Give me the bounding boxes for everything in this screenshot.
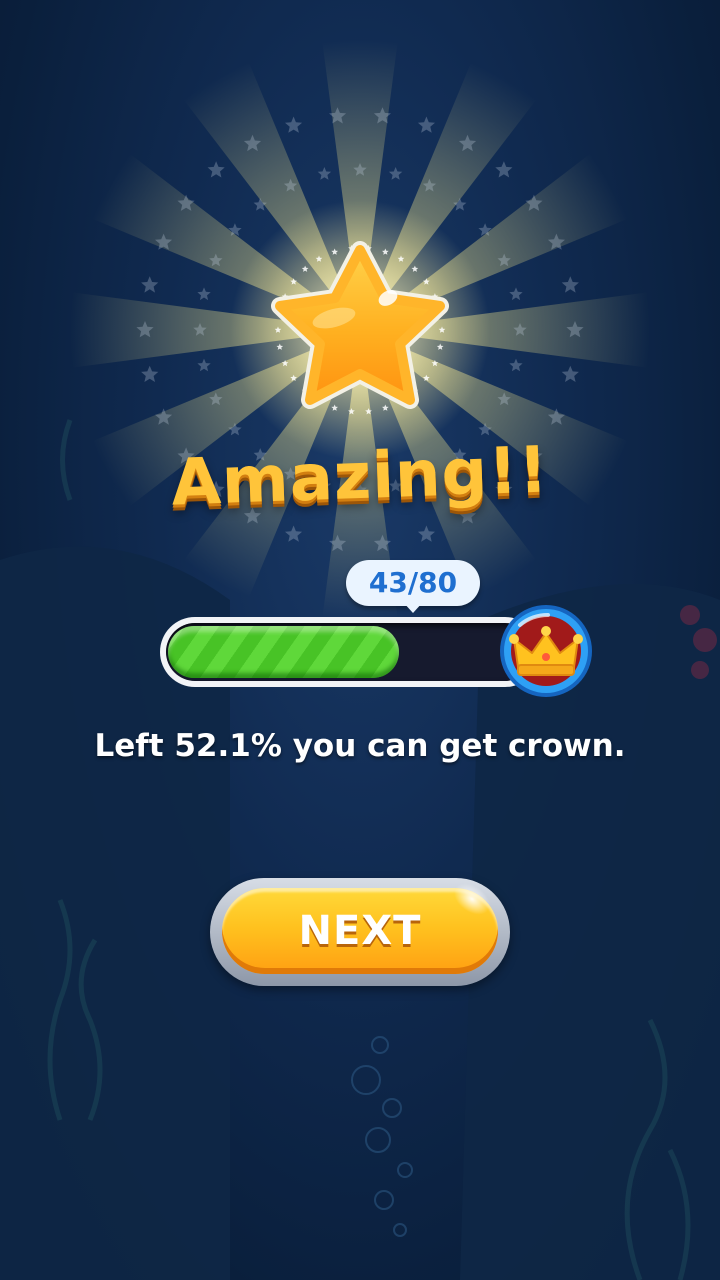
sparkle-star-icon bbox=[495, 161, 513, 178]
progress-bar bbox=[160, 617, 540, 687]
sparkle-star-icon bbox=[561, 365, 579, 382]
progress-count-bubble: 43/80 bbox=[346, 560, 480, 606]
next-button[interactable]: NEXT bbox=[210, 876, 510, 986]
crown-hint-text: Left 52.1% you can get crown. bbox=[94, 728, 626, 764]
star-icon bbox=[271, 241, 449, 409]
sparkle-star-icon bbox=[509, 287, 523, 301]
progress-fill bbox=[168, 626, 399, 678]
sparkle-star-icon bbox=[388, 167, 403, 180]
sparkle-star-icon bbox=[141, 365, 159, 382]
progress-track bbox=[166, 623, 534, 681]
crown-badge bbox=[500, 605, 592, 697]
earned-star bbox=[264, 240, 456, 420]
sparkle-star-icon bbox=[561, 276, 579, 293]
sparkle-star-icon bbox=[417, 116, 435, 133]
bubbles-icon bbox=[351, 1036, 413, 1237]
sparkle-star-icon bbox=[197, 287, 211, 301]
sparkle-star-icon bbox=[317, 167, 332, 180]
sparkle-star-icon bbox=[417, 525, 435, 542]
sparkle-star-icon bbox=[285, 525, 303, 542]
sparkle-star-icon bbox=[207, 161, 225, 178]
bubble-tail bbox=[403, 602, 423, 613]
sparkle-star-icon bbox=[197, 358, 211, 372]
sparkle-star-icon bbox=[509, 358, 523, 372]
sparkle-star-icon bbox=[141, 276, 159, 293]
sparkle-star-icon bbox=[285, 116, 303, 133]
